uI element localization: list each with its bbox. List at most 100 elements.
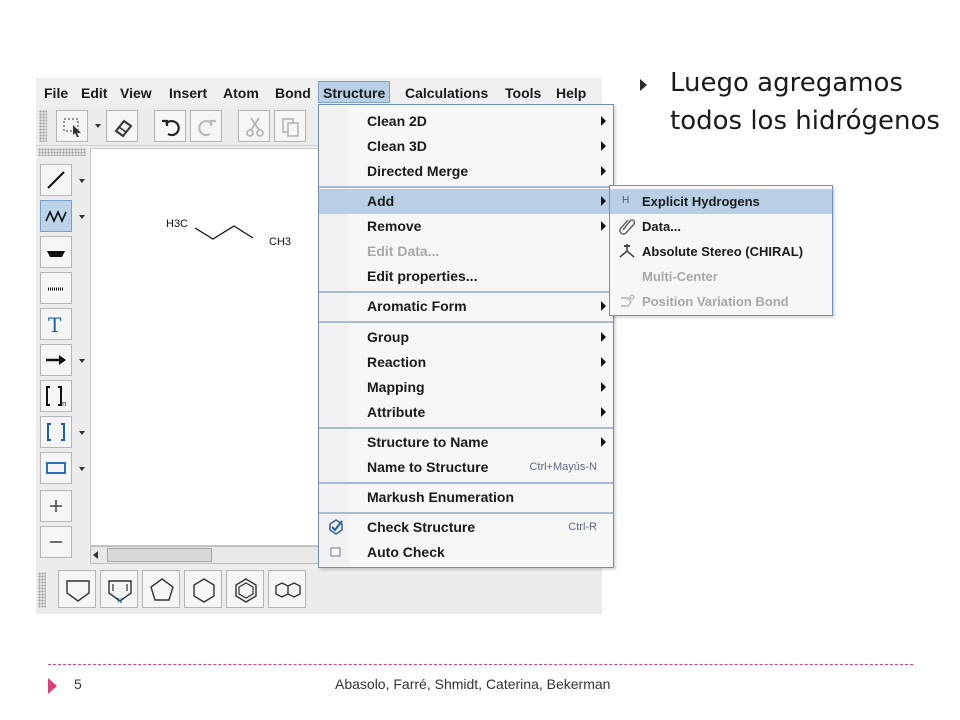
template-cyclohexane-button[interactable] (184, 570, 222, 608)
menu-item-structure-to-name[interactable]: Structure to Name (319, 430, 613, 455)
menu-item-directed-merge[interactable]: Directed Merge (319, 159, 613, 184)
menu-file[interactable]: File (40, 82, 72, 104)
template-naphthalene-button[interactable] (268, 570, 306, 608)
menu-item-check-structure[interactable]: Check Structure Ctrl-R (319, 515, 613, 540)
menu-edit[interactable]: Edit (77, 82, 111, 104)
blue-bracket-icon (47, 423, 65, 441)
chain-dropdown-icon[interactable] (79, 215, 85, 219)
rectangle-dropdown-icon[interactable] (79, 467, 85, 471)
menu-item-group[interactable]: Group (319, 325, 613, 350)
menu-item-label: Edit properties... (367, 268, 478, 284)
menu-item-label: Remove (367, 218, 422, 234)
submenu-item-label: Data... (642, 219, 682, 234)
reaction-arrow-button[interactable] (40, 344, 72, 376)
menu-item-markush-enumeration[interactable]: Markush Enumeration (319, 485, 613, 510)
submenu-item-multi-center[interactable]: Multi-Center (610, 264, 832, 289)
selection-rectangle-icon (63, 118, 81, 137)
menu-atom[interactable]: Atom (219, 82, 263, 104)
chain-tool-button[interactable] (40, 200, 72, 232)
menu-item-label: Reaction (367, 354, 427, 370)
redo-icon (198, 119, 216, 137)
menu-item-aromatic-form[interactable]: Aromatic Form (319, 294, 613, 319)
increase-charge-button[interactable] (40, 490, 72, 522)
menu-view[interactable]: View (116, 82, 156, 104)
footer-authors: Abasolo, Farré, Shmidt, Caterina, Bekerm… (335, 676, 611, 692)
submenu-arrow-icon (601, 116, 606, 126)
redo-button[interactable] (190, 110, 222, 142)
submenu-item-label: Multi-Center (642, 269, 718, 284)
pentagon-icon (150, 578, 174, 601)
menu-item-remove[interactable]: Remove (319, 214, 613, 239)
menu-insert[interactable]: Insert (165, 82, 211, 104)
template-pentagon-button[interactable] (142, 570, 180, 608)
left-toolbar-grip[interactable] (38, 148, 86, 156)
menu-help[interactable]: Help (552, 82, 590, 104)
menu-item-mapping[interactable]: Mapping (319, 375, 613, 400)
single-bond-button[interactable] (40, 164, 72, 196)
footer-divider (48, 664, 913, 665)
erase-button[interactable] (106, 110, 138, 142)
hashed-bond-button[interactable] (40, 272, 72, 304)
menu-structure[interactable]: Structure (318, 81, 391, 103)
menu-item-label: Name to Structure (367, 459, 489, 475)
decrease-charge-button[interactable] (40, 526, 72, 558)
horizontal-scrollbar[interactable] (90, 546, 320, 564)
submenu-item-label: Position Variation Bond (642, 294, 789, 309)
menu-bond[interactable]: Bond (271, 82, 315, 104)
position-variation-icon (621, 294, 635, 307)
bottom-toolbar-grip[interactable] (38, 572, 46, 608)
scrollbar-thumb[interactable] (107, 548, 212, 562)
selection-tool-button[interactable] (56, 110, 88, 142)
submenu-item-explicit-hydrogens[interactable]: H Explicit Hydrogens (610, 189, 832, 214)
bracket-button[interactable] (40, 416, 72, 448)
submenu-item-position-variation-bond[interactable]: Position Variation Bond (610, 289, 832, 314)
menu-item-auto-check[interactable]: Auto Check (319, 540, 613, 565)
add-submenu: H Explicit Hydrogens Data... Absolute St… (609, 185, 833, 316)
footer-arrow-icon (48, 678, 57, 694)
menu-tools[interactable]: Tools (501, 82, 545, 104)
cut-button[interactable] (238, 110, 270, 142)
sgroup-bracket-button[interactable]: n (40, 380, 72, 412)
menu-item-add[interactable]: Add (319, 189, 613, 214)
menu-item-label: Markush Enumeration (367, 489, 515, 505)
menu-separator (319, 321, 613, 323)
menu-item-clean-2d[interactable]: Clean 2D (319, 109, 613, 134)
template-benzene-button[interactable] (226, 570, 264, 608)
menu-item-clean-3d[interactable]: Clean 3D (319, 134, 613, 159)
menu-item-edit-properties[interactable]: Edit properties... (319, 264, 613, 289)
menu-item-label: Clean 2D (367, 113, 427, 129)
submenu-arrow-icon (601, 407, 606, 417)
submenu-item-data[interactable]: Data... (610, 214, 832, 239)
template-pyrrole-button[interactable]: N (100, 570, 138, 608)
benzene-icon (235, 578, 257, 603)
paperclip-icon (619, 219, 636, 235)
menu-item-name-to-structure[interactable]: Name to Structure Ctrl+Mayús-N (319, 455, 613, 480)
submenu-arrow-icon (601, 221, 606, 231)
menu-item-reaction[interactable]: Reaction (319, 350, 613, 375)
chain-icon (45, 210, 67, 223)
selection-dropdown-icon[interactable] (95, 124, 101, 128)
scroll-left-icon[interactable] (93, 551, 98, 559)
eraser-icon (114, 119, 133, 138)
hydrogen-h-icon: H (622, 195, 630, 206)
reaction-arrow-icon (46, 355, 66, 365)
undo-button[interactable] (154, 110, 186, 142)
bond-dropdown-icon[interactable] (79, 179, 85, 183)
template-cyclopentane-button[interactable] (58, 570, 96, 608)
rectangle-tool-button[interactable] (40, 452, 72, 484)
text-tool-button[interactable]: T (40, 308, 72, 340)
stereo-icon (619, 244, 635, 258)
menu-calculations[interactable]: Calculations (401, 82, 492, 104)
ring-bond-button[interactable] (40, 236, 72, 268)
minus-icon (50, 541, 62, 543)
submenu-item-absolute-stereo[interactable]: Absolute Stereo (CHIRAL) (610, 239, 832, 264)
hashed-bond-icon (48, 287, 64, 291)
submenu-item-label: Absolute Stereo (CHIRAL) (642, 244, 804, 259)
checkbox-icon (330, 547, 341, 557)
toolbar-grip[interactable] (39, 110, 47, 142)
arrow-dropdown-icon[interactable] (79, 359, 85, 363)
menu-item-attribute[interactable]: Attribute (319, 400, 613, 425)
copy-button[interactable] (274, 110, 306, 142)
menu-item-edit-data[interactable]: Edit Data... (319, 239, 613, 264)
bracket-dropdown-icon[interactable] (79, 431, 85, 435)
